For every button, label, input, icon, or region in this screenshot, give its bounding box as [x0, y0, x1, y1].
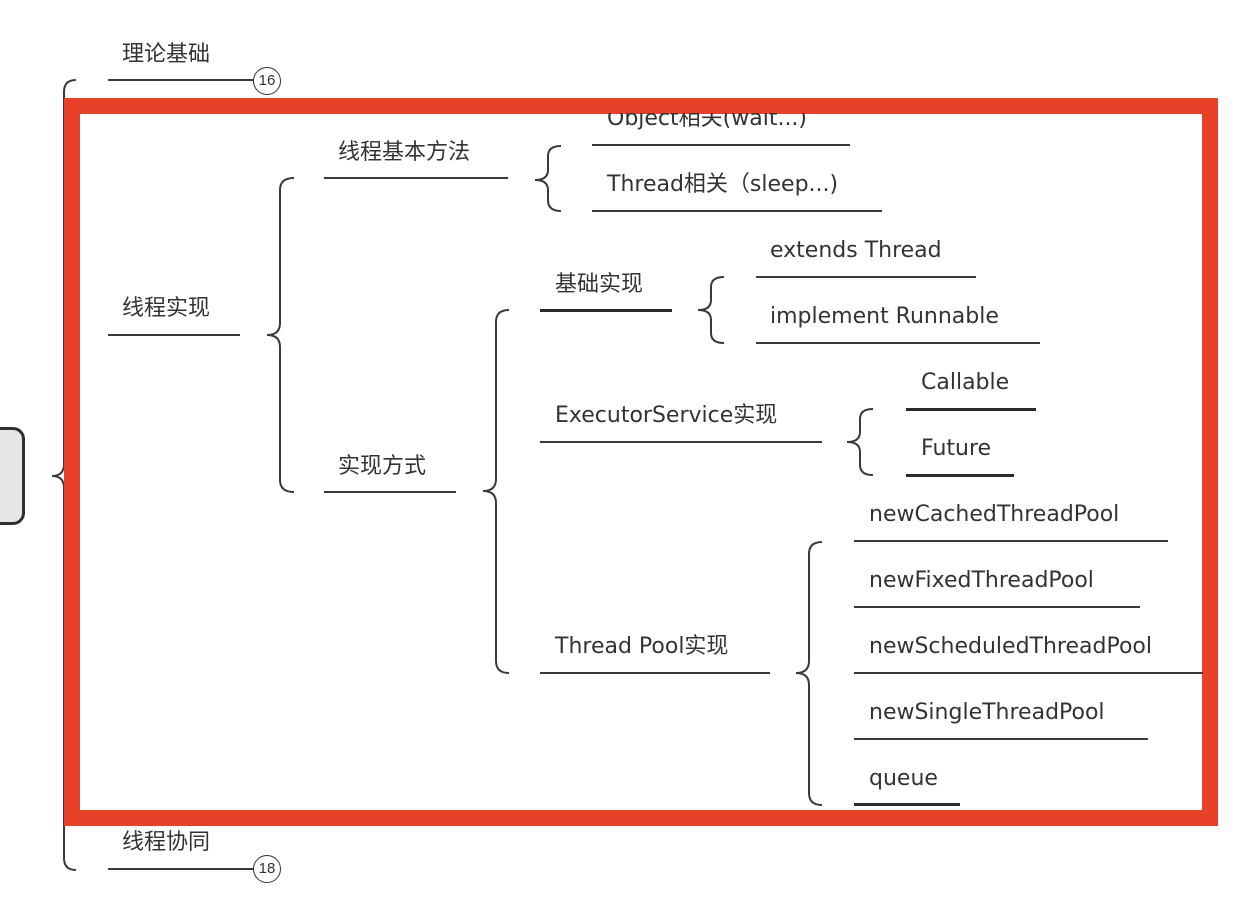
node-approaches[interactable]: 实现方式	[338, 454, 426, 480]
node-implement-runnable-underline	[756, 342, 1040, 344]
node-theory-underline	[108, 79, 254, 81]
node-coop[interactable]: 线程协同	[122, 830, 210, 856]
node-basic-impl[interactable]: 基础实现	[555, 272, 643, 298]
node-thread-pool-underline	[540, 672, 770, 674]
highlighted-subtree: 线程基本方法 Object相关(wait...) Thread相关（sleep.…	[80, 113, 1203, 811]
node-extends-thread[interactable]: extends Thread	[770, 238, 942, 264]
node-pool-item[interactable]: queue	[869, 766, 938, 792]
node-pool-item-underline	[854, 606, 1140, 608]
node-pool-item[interactable]: newSingleThreadPool	[869, 700, 1105, 726]
node-thread-pool[interactable]: Thread Pool实现	[555, 634, 728, 660]
node-executor-service[interactable]: ExecutorService实现	[555, 403, 777, 429]
node-future-underline	[906, 474, 1014, 477]
node-pool-item-underline	[854, 540, 1168, 542]
node-object-methods-underline	[592, 144, 850, 146]
node-pool-item[interactable]: newCachedThreadPool	[869, 502, 1119, 528]
collapsed-count-badge[interactable]: 18	[253, 855, 281, 883]
node-pool-item[interactable]: newFixedThreadPool	[869, 568, 1094, 594]
node-pool-item-underline	[854, 803, 960, 806]
node-pool-item[interactable]: newScheduledThreadPool	[869, 634, 1152, 660]
node-thread-methods[interactable]: Thread相关（sleep...)	[607, 172, 838, 198]
node-basic-impl-underline	[540, 309, 672, 312]
node-coop-underline	[108, 868, 254, 870]
collapsed-count-badge[interactable]: 16	[253, 67, 281, 95]
node-pool-item-underline	[854, 672, 1203, 674]
node-theory[interactable]: 理论基础	[122, 42, 210, 68]
node-basic-methods[interactable]: 线程基本方法	[338, 140, 470, 166]
node-pool-item-underline	[854, 738, 1148, 740]
node-extends-thread-underline	[756, 276, 976, 278]
node-callable-underline	[906, 408, 1036, 411]
node-thread-methods-underline	[592, 210, 882, 212]
node-callable[interactable]: Callable	[921, 370, 1009, 396]
node-future[interactable]: Future	[921, 436, 991, 462]
node-executor-service-underline	[540, 441, 822, 443]
node-approaches-underline	[324, 491, 456, 493]
node-implement-runnable[interactable]: implement Runnable	[770, 304, 999, 330]
node-basic-methods-underline	[324, 177, 508, 179]
node-object-methods[interactable]: Object相关(wait...)	[607, 113, 807, 132]
